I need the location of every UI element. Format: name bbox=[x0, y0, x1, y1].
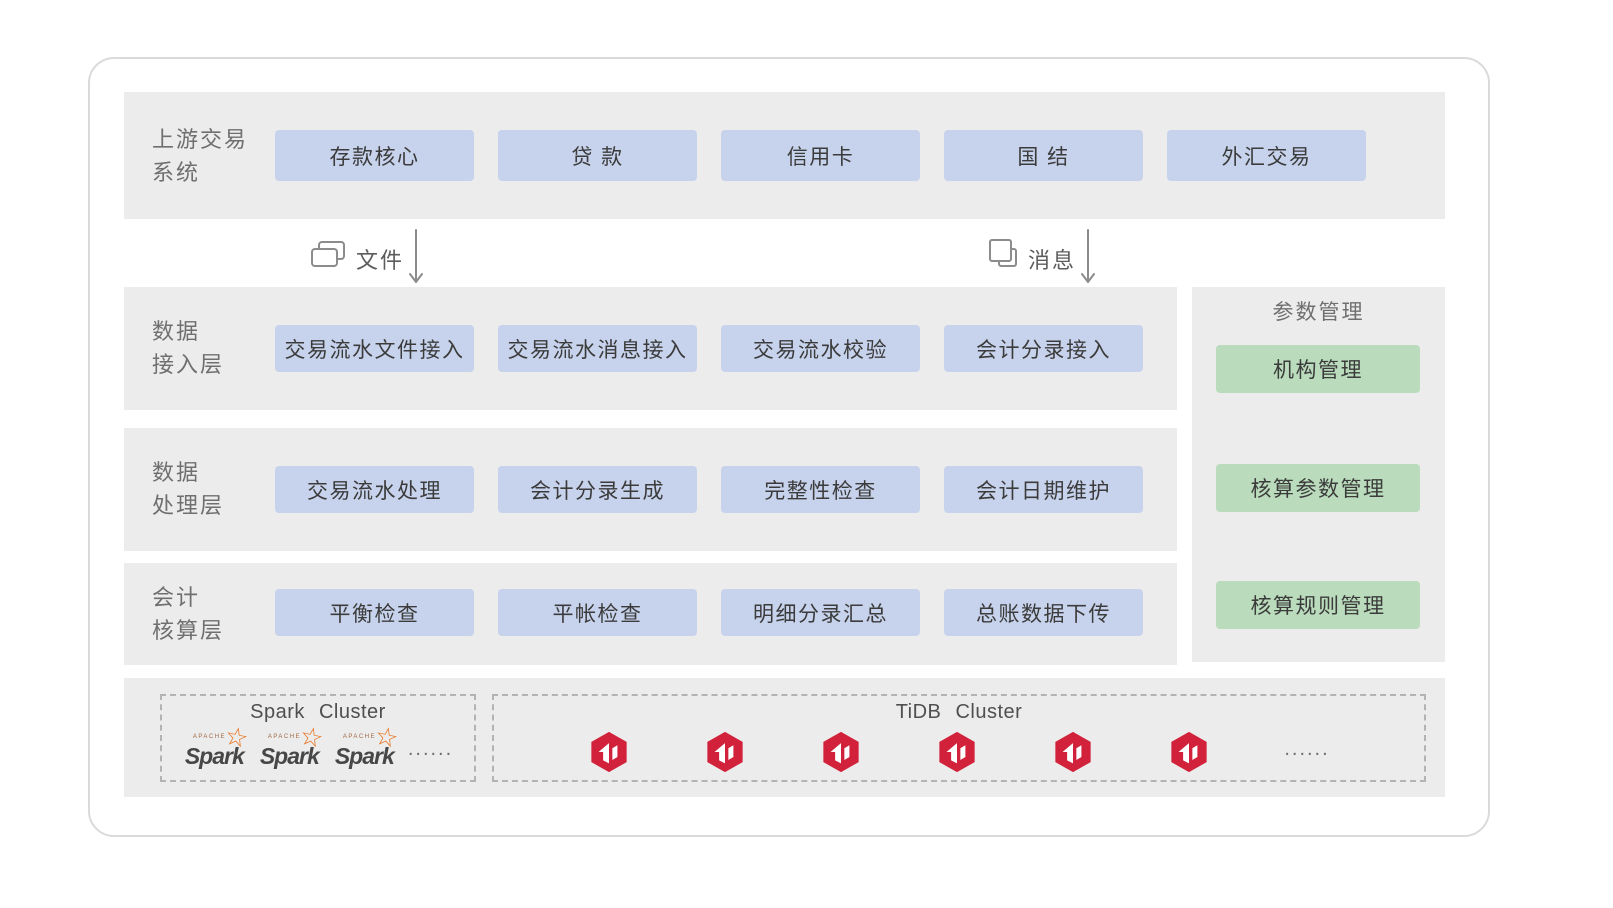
upstream-box-intl-settlement: 国 结 bbox=[944, 130, 1143, 181]
spark-logo-icon: APACHE Spark ☆ bbox=[258, 720, 326, 773]
data-processing-layer-label: 数据 处理层 bbox=[152, 456, 224, 522]
upstream-box-credit-card: 信用卡 bbox=[721, 130, 920, 181]
spark-cluster-title: Spark Cluster bbox=[250, 701, 386, 723]
account-label-line1: 会计 bbox=[152, 585, 201, 610]
upstream-box-deposit-core: 存款核心 bbox=[275, 130, 474, 181]
param-box-org-management: 机构管理 bbox=[1216, 345, 1420, 393]
spark-ellipsis: ...... bbox=[407, 738, 454, 760]
message-icon bbox=[989, 239, 1017, 267]
access-box-entry-intake: 会计分录接入 bbox=[944, 325, 1143, 372]
tidb-logo-icon bbox=[936, 731, 978, 773]
tidb-cluster-title: TiDB Cluster bbox=[895, 701, 1023, 723]
tidb-cluster-box: TiDB Cluster ...... bbox=[492, 694, 1426, 782]
spark-logo-icon: APACHE Spark ☆ bbox=[183, 720, 251, 773]
parameter-panel-title: 参数管理 bbox=[1272, 301, 1365, 324]
account-label-line2: 核算层 bbox=[152, 618, 225, 643]
file-connector-label: 文件 bbox=[356, 248, 405, 273]
process-label-line1: 数据 bbox=[152, 460, 201, 485]
tidb-ellipsis: ...... bbox=[1284, 738, 1330, 760]
spark-star-icon: ☆ bbox=[371, 719, 401, 755]
tidb-logo-icon bbox=[1168, 731, 1210, 773]
file-down-arrow-icon bbox=[409, 229, 423, 283]
spark-apache-text: APACHE bbox=[342, 734, 377, 740]
param-box-accounting-rules: 核算规则管理 bbox=[1216, 581, 1420, 629]
access-box-file-intake: 交易流水文件接入 bbox=[275, 325, 474, 372]
tidb-cluster-nodes: ...... bbox=[494, 729, 1424, 775]
access-box-message-intake: 交易流水消息接入 bbox=[498, 325, 697, 372]
upstream-label-line2: 系统 bbox=[152, 160, 201, 185]
access-box-flow-verification: 交易流水校验 bbox=[721, 325, 920, 372]
file-icon bbox=[311, 241, 345, 267]
message-down-arrow-icon bbox=[1081, 229, 1095, 283]
spark-star-icon: ☆ bbox=[296, 719, 326, 755]
tidb-logo-icon bbox=[704, 731, 746, 773]
spark-cluster-box: Spark Cluster APACHE Spark ☆ APACHE Spar… bbox=[160, 694, 476, 782]
spark-logo-icon: APACHE Spark ☆ bbox=[333, 720, 401, 773]
upstream-systems-label: 上游交易 系统 bbox=[152, 123, 248, 189]
upstream-box-fx-trading: 外汇交易 bbox=[1167, 130, 1366, 181]
accounting-layer-label: 会计 核算层 bbox=[152, 581, 224, 647]
spark-star-icon: ☆ bbox=[221, 719, 251, 755]
process-box-date-maintenance: 会计日期维护 bbox=[944, 466, 1143, 513]
process-box-entry-generation: 会计分录生成 bbox=[498, 466, 697, 513]
param-box-accounting-params: 核算参数管理 bbox=[1216, 464, 1420, 512]
upstream-box-loan: 贷 款 bbox=[498, 130, 697, 181]
data-access-layer-label: 数据 接入层 bbox=[152, 315, 224, 381]
spark-apache-text: APACHE bbox=[267, 734, 302, 740]
access-label-line2: 接入层 bbox=[152, 352, 225, 377]
account-box-reconciliation-check: 平帐检查 bbox=[498, 589, 697, 636]
tidb-logo-icon bbox=[820, 731, 862, 773]
account-box-balance-check: 平衡检查 bbox=[275, 589, 474, 636]
account-box-ledger-download: 总账数据下传 bbox=[944, 589, 1143, 636]
spark-cluster-nodes: APACHE Spark ☆ APACHE Spark ☆ APACHE Spa… bbox=[162, 720, 474, 775]
account-box-detail-summary: 明细分录汇总 bbox=[721, 589, 920, 636]
tidb-logo-icon bbox=[1052, 731, 1094, 773]
spark-apache-text: APACHE bbox=[192, 734, 227, 740]
process-label-line2: 处理层 bbox=[152, 493, 225, 518]
message-connector-label: 消息 bbox=[1028, 248, 1077, 273]
process-box-integrity-check: 完整性检查 bbox=[721, 466, 920, 513]
upstream-label-line1: 上游交易 bbox=[152, 127, 249, 152]
access-label-line1: 数据 bbox=[152, 319, 201, 344]
tidb-logo-icon bbox=[588, 731, 630, 773]
process-box-flow-processing: 交易流水处理 bbox=[275, 466, 474, 513]
